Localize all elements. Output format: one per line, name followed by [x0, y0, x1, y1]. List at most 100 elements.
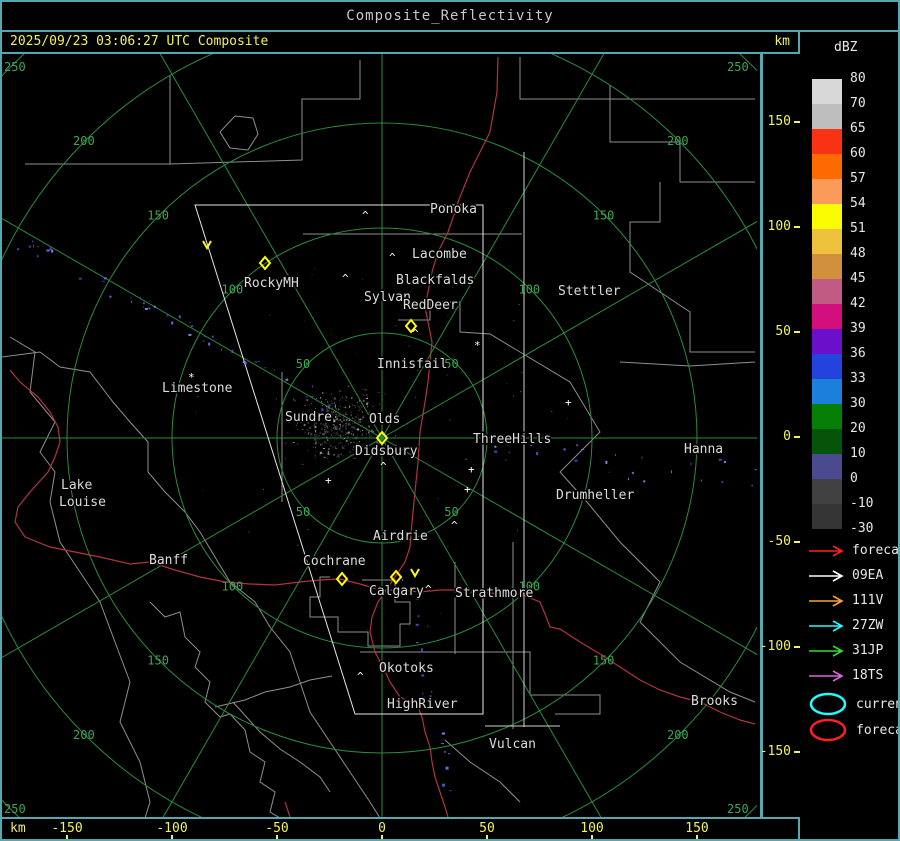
dbz-scale-label: 57	[850, 171, 866, 186]
reflectivity-echo	[327, 440, 329, 442]
reflectivity-echo	[345, 395, 347, 397]
interference-echo	[605, 460, 608, 464]
reflectivity-echo	[411, 380, 413, 382]
interference-echo	[627, 478, 629, 481]
reflectivity-echo	[340, 390, 342, 392]
interference-echo	[221, 348, 223, 351]
reflectivity-echo	[354, 406, 356, 408]
interference-echo	[574, 459, 578, 462]
interference-echo	[129, 297, 131, 299]
county-boundary	[149, 601, 280, 817]
reflectivity-echo	[345, 396, 348, 399]
legend-label: 27ZW	[852, 618, 884, 633]
reflectivity-echo	[344, 438, 346, 440]
reflectivity-echo	[342, 397, 344, 399]
reflectivity-echo	[270, 445, 272, 447]
reflectivity-echo	[335, 414, 337, 416]
reflectivity-echo	[341, 430, 344, 433]
reflectivity-echo	[375, 434, 377, 437]
reflectivity-echo	[315, 450, 317, 452]
reflectivity-echo	[308, 427, 311, 430]
reflectivity-echo	[335, 434, 337, 436]
interference-echo	[321, 400, 323, 403]
reflectivity-echo	[314, 427, 316, 429]
reflectivity-echo	[248, 531, 250, 533]
radar-map-display[interactable]: 50 50 50 50 100 100 100 100 150 150 150 150 200 200 20…	[2, 54, 757, 817]
interference-echo	[257, 360, 260, 362]
reflectivity-echo	[311, 274, 313, 276]
x-tick-label: 150	[685, 821, 709, 836]
reflectivity-echo	[339, 428, 341, 431]
x-tick	[66, 835, 68, 839]
point-marker: ^	[380, 460, 387, 473]
reflectivity-echo	[365, 398, 368, 400]
reflectivity-echo	[566, 418, 568, 420]
reflectivity-echo	[513, 320, 515, 322]
reflectivity-echo	[307, 449, 309, 452]
interference-echo	[32, 240, 34, 243]
reflectivity-echo	[321, 404, 323, 406]
reflectivity-echo	[285, 442, 287, 444]
reflectivity-echo	[379, 403, 381, 405]
reflectivity-echo	[327, 458, 329, 460]
reflectivity-echo	[334, 419, 336, 421]
reflectivity-echo	[352, 426, 354, 428]
dbz-swatch	[812, 379, 842, 404]
reflectivity-echo	[331, 405, 333, 407]
interference-echo	[420, 648, 423, 652]
reflectivity-echo	[377, 391, 380, 393]
reflectivity-echo	[296, 428, 299, 430]
legend-label: 111V	[852, 593, 884, 608]
reflectivity-echo	[347, 435, 350, 437]
point-marker: ^	[342, 272, 349, 285]
titlebar: Composite_Reflectivity	[2, 2, 898, 32]
reflectivity-echo	[307, 528, 309, 530]
reflectivity-echo	[382, 399, 384, 401]
reflectivity-echo	[318, 441, 320, 443]
reflectivity-echo	[551, 411, 553, 413]
reflectivity-echo	[336, 415, 338, 418]
dbz-swatch	[812, 229, 842, 254]
reflectivity-echo	[506, 383, 508, 385]
reflectivity-echo	[307, 442, 309, 444]
reflectivity-echo	[341, 447, 344, 449]
county-boundary	[214, 675, 333, 708]
range-ring-label: 50	[296, 505, 310, 519]
reflectivity-echo	[335, 408, 337, 411]
reflectivity-echo	[346, 414, 348, 416]
reflectivity-echo	[202, 489, 204, 491]
reflectivity-echo	[338, 390, 340, 392]
reflectivity-echo	[339, 419, 341, 421]
reflectivity-echo	[326, 430, 328, 433]
dbz-swatch	[812, 154, 842, 179]
interference-echo	[28, 245, 31, 248]
range-ring-label: 100	[222, 283, 244, 297]
radar-map-canvas[interactable]: 50 5050 50100 100100 100150 150150 150200 20020…	[2, 54, 757, 817]
city-label-Airdrie: Airdrie	[373, 529, 428, 544]
x-tick	[696, 835, 698, 839]
reflectivity-echo	[521, 371, 523, 373]
city-label-HighRiver: HighRiver	[387, 697, 458, 712]
reflectivity-echo	[319, 432, 321, 434]
reflectivity-echo	[361, 410, 363, 413]
reflectivity-echo	[352, 428, 354, 430]
y-tick-label: 50	[775, 324, 791, 339]
reflectivity-echo	[420, 516, 422, 518]
reflectivity-echo	[330, 400, 332, 402]
reflectivity-echo	[327, 452, 330, 455]
reflectivity-echo	[346, 432, 349, 434]
reflectivity-echo	[366, 401, 369, 403]
interference-echo	[721, 480, 724, 483]
reflectivity-echo	[313, 443, 316, 445]
reflectivity-echo	[323, 425, 326, 427]
interference-echo	[671, 470, 673, 474]
reflectivity-echo	[427, 625, 429, 627]
reflectivity-echo	[313, 439, 316, 441]
legend-label: 31JP	[852, 643, 884, 658]
dbz-swatch	[812, 479, 842, 504]
reflectivity-echo	[336, 439, 338, 441]
y-axis-unit: km	[774, 34, 790, 49]
reflectivity-echo	[350, 432, 352, 435]
reflectivity-echo	[338, 419, 340, 421]
dbz-scale-label: 10	[850, 446, 866, 461]
